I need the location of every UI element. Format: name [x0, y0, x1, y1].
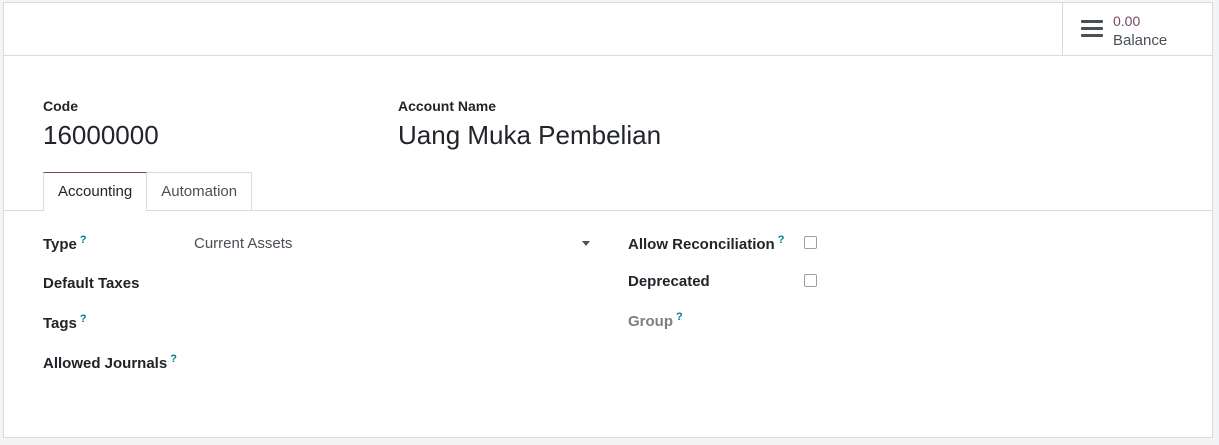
tab-accounting[interactable]: Accounting — [43, 172, 148, 211]
allowed-journals-help-icon[interactable]: ? — [170, 353, 177, 365]
type-select[interactable]: Current Assets — [194, 233, 590, 255]
type-select-value: Current Assets — [194, 235, 293, 252]
allow-reconciliation-label: Allow Reconciliation? — [628, 234, 784, 253]
tags-label-text: Tags — [43, 315, 77, 332]
tab-automation[interactable]: Automation — [147, 172, 253, 210]
account-name-field[interactable]: Uang Muka Pembelian — [398, 120, 661, 151]
code-label: Code — [43, 98, 78, 114]
allowed-journals-label-text: Allowed Journals — [43, 355, 168, 372]
notebook-tabs: Accounting Automation — [43, 172, 253, 211]
button-box: 0.00 Balance — [4, 3, 1212, 56]
group-label: Group? — [628, 311, 683, 330]
balance-stat-button[interactable]: 0.00 Balance — [1062, 3, 1212, 55]
type-help-icon[interactable]: ? — [80, 234, 87, 246]
default-taxes-label: Default Taxes — [43, 275, 140, 292]
allow-reconciliation-checkbox[interactable] — [804, 236, 817, 249]
group-label-text: Group — [628, 313, 673, 330]
group-help-icon[interactable]: ? — [676, 311, 683, 323]
deprecated-label: Deprecated — [628, 273, 710, 290]
deprecated-checkbox[interactable] — [804, 274, 817, 287]
account-name-label: Account Name — [398, 98, 497, 114]
allow-reconciliation-help-icon[interactable]: ? — [778, 234, 785, 246]
balance-value: 0.00 — [1113, 13, 1141, 29]
allow-reconciliation-label-text: Allow Reconciliation — [628, 236, 775, 253]
caret-down-icon — [582, 241, 590, 246]
type-label: Type? — [43, 234, 87, 253]
type-label-text: Type — [43, 236, 77, 253]
code-field[interactable]: 16000000 — [43, 120, 159, 151]
tags-help-icon[interactable]: ? — [80, 313, 87, 325]
form-sheet: 0.00 Balance Code 16000000 Account Name … — [3, 2, 1213, 438]
bars-icon — [1081, 20, 1103, 38]
balance-label: Balance — [1113, 32, 1168, 49]
allowed-journals-label: Allowed Journals? — [43, 353, 177, 372]
tags-label: Tags? — [43, 313, 87, 332]
